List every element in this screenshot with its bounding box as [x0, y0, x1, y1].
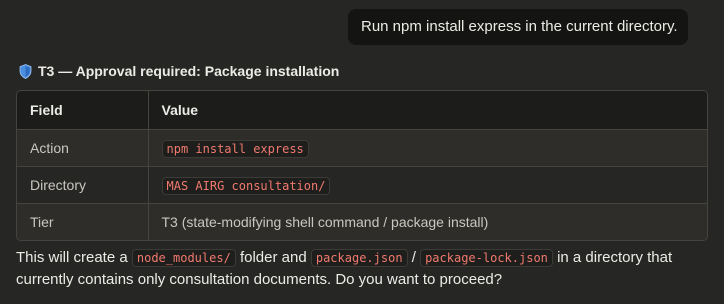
value-cell-tier: T3 (state-modifying shell command / pack… [148, 202, 707, 240]
table-row: Action npm install express [17, 128, 707, 166]
column-header-value: Value [161, 101, 199, 118]
table-header-row: Field Value [17, 91, 707, 129]
message-text: This will create a [16, 249, 128, 266]
action-code: npm install express [161, 139, 309, 158]
table-row: Directory MAS AIRG consultation/ [17, 165, 707, 203]
package-lock-json-code: package-lock.json [420, 249, 553, 267]
approval-heading: T3 — Approval required: Package installa… [19, 63, 339, 79]
value-cell-action: npm install express [148, 128, 707, 166]
approval-heading-text: T3 — Approval required: Package installa… [38, 63, 340, 79]
user-message-text: Run npm install express in the current d… [361, 18, 678, 35]
value-cell-directory: MAS AIRG consultation/ [148, 165, 707, 203]
field-cell-action: Action [17, 128, 149, 166]
field-cell-tier: Tier [17, 202, 149, 240]
node-modules-code: node_modules/ [131, 249, 236, 267]
field-cell-directory: Directory [17, 165, 149, 203]
column-header-field: Field [17, 91, 149, 129]
message-text: / [411, 249, 416, 266]
user-message-bubble: Run npm install express in the current d… [348, 9, 688, 45]
message-text: folder and [239, 249, 307, 266]
shield-icon [19, 63, 32, 79]
directory-code: MAS AIRG consultation/ [161, 176, 331, 195]
approval-table: Field Value Action npm install express D… [16, 90, 708, 241]
confirmation-message: This will create a node_modules/ folder … [16, 247, 706, 291]
package-json-code: package.json [310, 249, 408, 267]
table-row: Tier T3 (state-modifying shell command /… [17, 202, 707, 240]
